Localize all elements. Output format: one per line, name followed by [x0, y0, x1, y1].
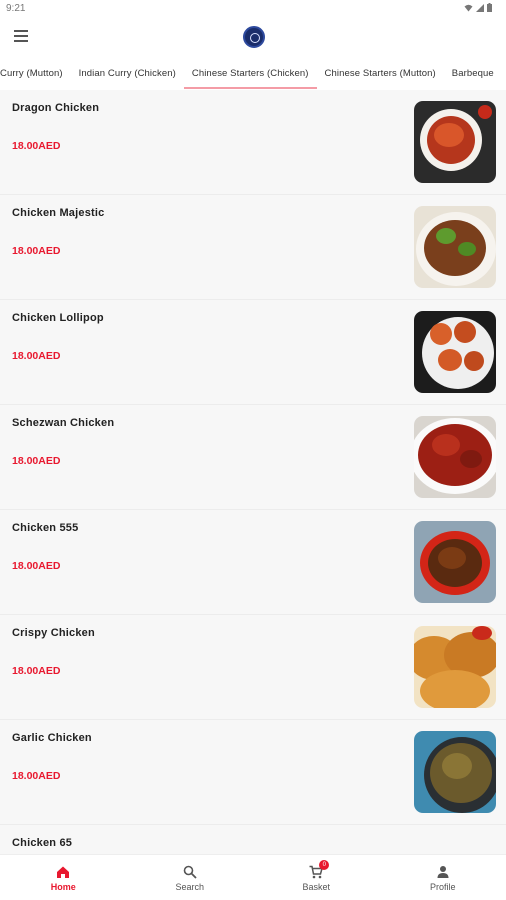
person-icon: [437, 866, 449, 878]
item-price: 18.00AED: [12, 770, 61, 782]
signal-icon: [476, 3, 484, 12]
item-price: 18.00AED: [12, 455, 61, 467]
search-icon: [183, 865, 197, 879]
wifi-icon: [464, 4, 473, 11]
cart-icon: 0: [309, 860, 330, 879]
item-price: 18.00AED: [12, 245, 61, 257]
bottom-navigation: Home Search 0 Basket Profile: [0, 854, 506, 900]
nav-search[interactable]: Search: [127, 855, 254, 900]
category-tabs: Curry (Mutton) Indian Curry (Chicken) Ch…: [0, 56, 506, 90]
system-icons: [464, 3, 492, 12]
item-name: Schezwan Chicken: [12, 417, 115, 429]
nav-search-label: Search: [175, 882, 205, 892]
status-bar: 9:21: [0, 0, 506, 18]
item-name: Dragon Chicken: [12, 102, 100, 114]
item-price: 18.00AED: [12, 140, 61, 152]
item-name: Crispy Chicken: [12, 627, 95, 639]
item-name: Chicken 65: [12, 837, 73, 849]
list-item[interactable]: Chicken Majestic 18.00AED: [0, 195, 506, 300]
tab-curry-mutton[interactable]: Curry (Mutton): [0, 56, 71, 90]
list-item[interactable]: Schezwan Chicken 18.00AED: [0, 405, 506, 510]
tab-barbeque[interactable]: Barbeque: [444, 56, 502, 90]
dish-image: [414, 731, 496, 813]
item-price: 18.00AED: [12, 560, 61, 572]
tab-chinese-starters-mutton[interactable]: Chinese Starters (Mutton): [317, 56, 444, 90]
item-name: Chicken Lollipop: [12, 312, 104, 324]
restaurant-logo: [243, 26, 265, 48]
menu-icon[interactable]: [14, 28, 32, 46]
item-price: 18.00AED: [12, 350, 61, 362]
nav-profile[interactable]: Profile: [380, 855, 506, 900]
menu-item-list: Dragon Chicken 18.00AED Chicken Majestic…: [0, 90, 506, 854]
item-name: Garlic Chicken: [12, 732, 92, 744]
nav-profile-label: Profile: [429, 882, 456, 892]
basket-count-badge: 0: [319, 860, 330, 870]
dish-image: [414, 416, 496, 498]
item-price: 18.00AED: [12, 665, 61, 677]
dish-image: [414, 311, 496, 393]
status-time: 9:21: [6, 3, 26, 14]
list-item[interactable]: Chicken 555 18.00AED: [0, 510, 506, 615]
list-item[interactable]: Dragon Chicken 18.00AED: [0, 90, 506, 195]
nav-home[interactable]: Home: [0, 855, 127, 900]
nav-basket-label: Basket: [302, 882, 330, 892]
nav-basket[interactable]: 0 Basket: [253, 855, 380, 900]
nav-home-label: Home: [50, 882, 76, 892]
dish-image: [414, 206, 496, 288]
dish-image: [414, 626, 496, 708]
list-item[interactable]: Chicken 65: [0, 825, 506, 854]
list-item[interactable]: Garlic Chicken 18.00AED: [0, 720, 506, 825]
item-name: Chicken 555: [12, 522, 79, 534]
list-item[interactable]: Crispy Chicken 18.00AED: [0, 615, 506, 720]
dish-image: [414, 521, 496, 603]
battery-icon: [487, 3, 492, 12]
home-icon: [57, 866, 70, 878]
item-name: Chicken Majestic: [12, 207, 105, 219]
tab-chinese-starters-chicken[interactable]: Chinese Starters (Chicken): [183, 56, 317, 90]
tab-indian-curry-chicken[interactable]: Indian Curry (Chicken): [71, 56, 184, 90]
list-item[interactable]: Chicken Lollipop 18.00AED: [0, 300, 506, 405]
dish-image: [414, 101, 496, 183]
app-bar: [0, 18, 506, 56]
